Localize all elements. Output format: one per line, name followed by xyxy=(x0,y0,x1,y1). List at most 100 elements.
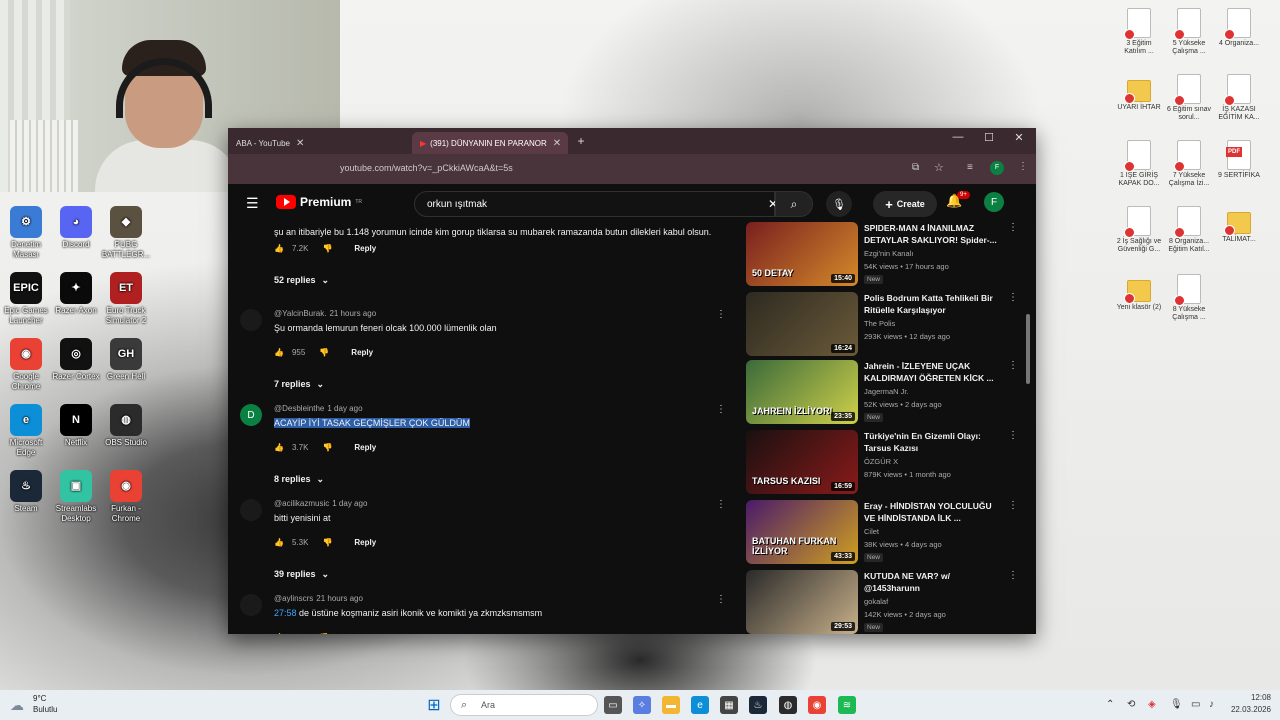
desktop-icon-microsoft-edge[interactable]: e Microsoft Edge xyxy=(0,404,52,458)
video-title[interactable]: Türkiye'nin En Gizemli Olayı: Tarsus Kaz… xyxy=(864,430,1004,454)
menu-dots-icon[interactable]: ⋮ xyxy=(1018,161,1028,172)
video-thumbnail[interactable]: TARSUS KAZISI 16:59 xyxy=(746,430,858,494)
volume-icon[interactable]: ♪ xyxy=(1209,699,1214,710)
comment-author[interactable]: @acilikazmusic 1 day ago xyxy=(274,499,367,508)
close-tab-icon[interactable]: ✕ xyxy=(547,138,561,149)
video-thumbnail[interactable]: 50 DETAY 15:40 xyxy=(746,222,858,286)
chrome-taskbar-icon[interactable]: ◉ xyxy=(808,696,826,714)
comment-avatar[interactable] xyxy=(240,499,262,521)
channel-name[interactable]: The Polis xyxy=(864,319,895,328)
network-icon[interactable]: ⟲ xyxy=(1127,699,1135,710)
bookmark-star-icon[interactable]: ☆ xyxy=(934,161,944,174)
reply-button[interactable]: Reply xyxy=(354,538,376,547)
hamburger-icon[interactable]: ☰ xyxy=(246,195,259,212)
suggested-video[interactable]: 16:24 Polis Bodrum Katta Tehlikeli Bir Ri… xyxy=(746,292,1026,356)
comment-menu-icon[interactable]: ⋮ xyxy=(716,309,726,320)
suggested-video[interactable]: 29:53 KUTUDA NE VAR? w/ @1453harunn gokala… xyxy=(746,570,1026,634)
tab-youtube-1[interactable]: ABA - YouTube ✕ xyxy=(228,132,306,154)
like-icon[interactable]: 👍 xyxy=(274,244,284,253)
comment-menu-icon[interactable]: ⋮ xyxy=(716,594,726,605)
voice-search-icon[interactable]: 🎙 xyxy=(826,191,852,217)
dislike-icon[interactable]: 👎 xyxy=(319,348,329,357)
reply-button[interactable]: Reply xyxy=(351,348,373,357)
video-title[interactable]: SPIDER-MAN 4 İNANILMAZ DETAYLAR SAKLIYOR… xyxy=(864,222,1004,246)
desktop-file-11[interactable]: 8 Organiza... Eğitim Katıl... xyxy=(1166,206,1212,254)
replies-toggle[interactable]: 39 replies ⌄ xyxy=(274,569,329,580)
like-icon[interactable]: 👍 xyxy=(274,443,284,452)
video-menu-icon[interactable]: ⋮ xyxy=(1008,360,1018,371)
video-menu-icon[interactable]: ⋮ xyxy=(1008,500,1018,511)
youtube-logo[interactable]: Premium TR xyxy=(276,195,362,209)
desktop-file-8[interactable]: 7 Yükseke Çalışma İzi... xyxy=(1166,140,1212,188)
desktop-file-4[interactable]: UYARI İHTAR xyxy=(1116,74,1162,112)
desktop-icon-green-hell[interactable]: GH Green Hell xyxy=(100,338,152,382)
maximize-icon[interactable]: ☐ xyxy=(974,131,1004,144)
install-app-icon[interactable]: ⧉ xyxy=(912,162,919,173)
comment-avatar[interactable] xyxy=(240,594,262,616)
steam-taskbar-icon[interactable]: ♨ xyxy=(749,696,767,714)
like-icon[interactable]: 👍 xyxy=(274,348,284,357)
video-menu-icon[interactable]: ⋮ xyxy=(1008,430,1018,441)
desktop-icon-furkan-chrome[interactable]: ◉ Furkan - Chrome xyxy=(100,470,152,524)
spotify-icon[interactable]: ≋ xyxy=(838,696,856,714)
comment-timestamp-link[interactable]: 27:58 xyxy=(274,608,297,618)
author-name[interactable]: @acilikazmusic xyxy=(274,499,329,508)
dislike-icon[interactable]: 👎 xyxy=(322,538,332,547)
account-avatar[interactable]: F xyxy=(984,192,1004,212)
suggested-video[interactable]: 50 DETAY 15:40 SPIDER-MAN 4 İNANILMAZ DETA… xyxy=(746,222,1026,286)
desktop-file-5[interactable]: 6 Eğitim sınav sorul... xyxy=(1166,74,1212,122)
dislike-icon[interactable]: 👎 xyxy=(322,244,332,253)
suggested-video[interactable]: TARSUS KAZISI 16:59 Türkiye'nin En Gizemli… xyxy=(746,430,1026,494)
copilot-icon[interactable]: ✧ xyxy=(633,696,651,714)
video-title[interactable]: Polis Bodrum Katta Tehlikeli Bir Ritüell… xyxy=(864,292,1004,316)
edge-icon[interactable]: e xyxy=(691,696,709,714)
desktop-file-3[interactable]: 4 Organiza... xyxy=(1216,8,1262,48)
author-name[interactable]: @Desbleinthe xyxy=(274,404,324,413)
new-tab-icon[interactable]: + xyxy=(566,134,596,148)
video-thumbnail[interactable]: BATUHAN FURKAN İZLİYOR 43:33 xyxy=(746,500,858,564)
video-title[interactable]: KUTUDA NE VAR? w/ @1453harunn xyxy=(864,570,1004,594)
desktop-icon-steam[interactable]: ♨ Steam xyxy=(0,470,52,514)
channel-name[interactable]: ÖZGÜR X xyxy=(864,457,898,466)
file-explorer-icon[interactable]: ▬ xyxy=(662,696,680,714)
desktop-icon-razer-axon[interactable]: ✦ Razer Axon xyxy=(50,272,102,316)
desktop-icon-google-chrome[interactable]: ◉ Google Chrome xyxy=(0,338,52,392)
desktop-file-2[interactable]: 5 Yükseke Çalışma ... xyxy=(1166,8,1212,56)
comment-menu-icon[interactable]: ⋮ xyxy=(716,499,726,510)
channel-name[interactable]: gokalaf xyxy=(864,597,888,606)
desktop-file-6[interactable]: İŞ KAZASI EĞİTİM KA... xyxy=(1216,74,1262,122)
desktop-icon-discord[interactable]: ◕ Discord xyxy=(50,206,102,250)
reply-button[interactable]: Reply xyxy=(354,244,376,253)
create-button[interactable]: + Create xyxy=(873,191,937,217)
task-view-icon[interactable]: ▭ xyxy=(604,696,622,714)
weather-desc[interactable]: Bulutlu xyxy=(33,705,57,714)
desktop-file-14[interactable]: 8 Yükseke Çalışma ... xyxy=(1166,274,1212,322)
display-icon[interactable]: ▭ xyxy=(1191,699,1200,710)
video-menu-icon[interactable]: ⋮ xyxy=(1008,222,1018,233)
desktop-icon-denetim-masas-[interactable]: ⚙ Denetim Masası xyxy=(0,206,52,260)
desktop-file-13[interactable]: Yeni klasör (2) xyxy=(1116,274,1162,312)
close-window-icon[interactable]: ✕ xyxy=(1004,131,1034,144)
video-menu-icon[interactable]: ⋮ xyxy=(1008,292,1018,303)
video-menu-icon[interactable]: ⋮ xyxy=(1008,570,1018,581)
clock-date[interactable]: 22.03.2026 xyxy=(1227,705,1271,714)
author-name[interactable]: @YalcinBurak. xyxy=(274,309,326,318)
reply-button[interactable]: Reply xyxy=(354,443,376,452)
scrollbar[interactable] xyxy=(1026,314,1030,384)
channel-name[interactable]: JagermaN Jr. xyxy=(864,387,909,396)
desktop-icon-razer-cortex[interactable]: ◎ Razer Cortex xyxy=(50,338,102,382)
desktop-icon-netflix[interactable]: N Netflix xyxy=(50,404,102,448)
desktop-file-7[interactable]: 1 İŞE GİRİŞ KAPAK DO... xyxy=(1116,140,1162,188)
desktop-icon-euro-truck-simulator-2[interactable]: ET Euro Truck Simulator 2 xyxy=(100,272,152,326)
profile-avatar[interactable]: F xyxy=(990,161,1004,175)
suggested-video[interactable]: JAHREIN İZLİYOR! 23:35 Jahrein - İZLEYENE … xyxy=(746,360,1026,424)
desktop-icon-obs-studio[interactable]: ◍ OBS Studio xyxy=(100,404,152,448)
dislike-icon[interactable]: 👎 xyxy=(322,443,332,452)
replies-toggle[interactable]: 8 replies ⌄ xyxy=(274,474,324,485)
author-name[interactable]: @aylinscrs xyxy=(274,594,313,603)
store-icon[interactable]: ▦ xyxy=(720,696,738,714)
media-control-icon[interactable]: ≡ xyxy=(967,162,973,173)
search-input[interactable]: orkun ışıtmak ✕ xyxy=(414,191,778,217)
suggested-video[interactable]: BATUHAN FURKAN İZLİYOR 43:33 Eray - HİNDİS… xyxy=(746,500,1026,564)
microphone-icon[interactable]: 🎙 xyxy=(1170,699,1183,710)
